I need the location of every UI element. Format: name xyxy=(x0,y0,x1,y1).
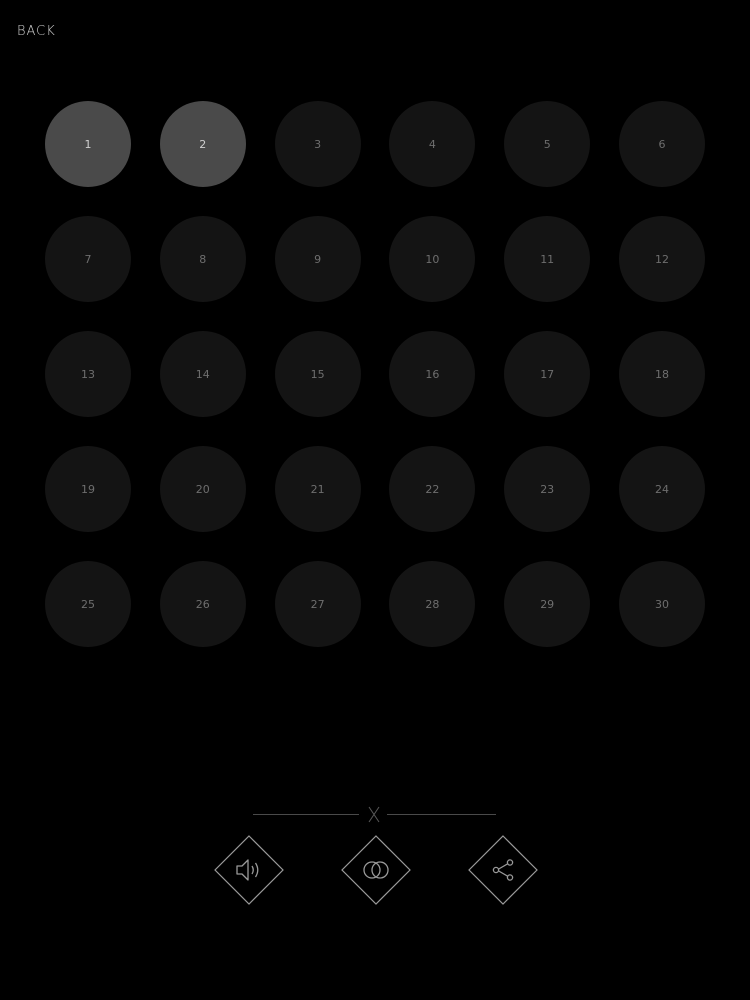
sound-button[interactable] xyxy=(214,835,284,905)
level-button-27[interactable]: 27 xyxy=(274,561,361,647)
level-button-19[interactable]: 19 xyxy=(45,446,131,532)
level-button-7[interactable]: 7 xyxy=(45,216,131,302)
speaker-icon xyxy=(236,859,259,881)
level-button-14[interactable]: 14 xyxy=(159,331,246,417)
level-button-6[interactable]: 6 xyxy=(618,101,705,187)
level-button-25[interactable]: 25 xyxy=(45,561,131,647)
level-button-26[interactable]: 26 xyxy=(159,561,246,647)
level-button-15[interactable]: 15 xyxy=(274,331,361,417)
level-button-18[interactable]: 18 xyxy=(618,331,705,417)
level-button-22[interactable]: 22 xyxy=(389,446,476,532)
level-grid: 1 2 3 4 5 6 7 8 9 10 11 12 13 14 15 16 17 18 19 20 21 22 23 24 2… xyxy=(45,101,705,647)
share-button[interactable] xyxy=(468,835,538,905)
level-button-20[interactable]: 20 xyxy=(159,446,246,532)
level-button-8[interactable]: 8 xyxy=(159,216,246,302)
level-button-2[interactable]: 2 xyxy=(159,101,246,187)
divider xyxy=(253,804,496,824)
level-button-12[interactable]: 12 xyxy=(618,216,705,302)
level-button-3[interactable]: 3 xyxy=(274,101,361,187)
level-button-11[interactable]: 11 xyxy=(504,216,591,302)
level-select-screen: BACK 1 2 3 4 5 6 7 8 9 10 11 12 13 14 15 16 17 18 19 20 21 22… xyxy=(0,0,750,1000)
level-button-10[interactable]: 10 xyxy=(389,216,476,302)
level-button-17[interactable]: 17 xyxy=(504,331,591,417)
modes-button[interactable] xyxy=(341,835,411,905)
level-button-4[interactable]: 4 xyxy=(389,101,476,187)
divider-line-left xyxy=(253,814,359,815)
level-button-13[interactable]: 13 xyxy=(45,331,131,417)
level-button-21[interactable]: 21 xyxy=(274,446,361,532)
overlapping-circles-icon xyxy=(363,861,389,879)
x-mark-icon xyxy=(368,806,380,823)
level-button-9[interactable]: 9 xyxy=(274,216,361,302)
level-button-24[interactable]: 24 xyxy=(618,446,705,532)
level-button-23[interactable]: 23 xyxy=(504,446,591,532)
level-button-5[interactable]: 5 xyxy=(504,101,591,187)
level-button-28[interactable]: 28 xyxy=(389,561,476,647)
level-button-16[interactable]: 16 xyxy=(389,331,476,417)
level-button-29[interactable]: 29 xyxy=(504,561,591,647)
back-button[interactable]: BACK xyxy=(17,24,56,39)
share-icon xyxy=(492,859,514,881)
level-button-1[interactable]: 1 xyxy=(45,101,131,187)
level-button-30[interactable]: 30 xyxy=(618,561,705,647)
divider-line-right xyxy=(387,814,496,815)
